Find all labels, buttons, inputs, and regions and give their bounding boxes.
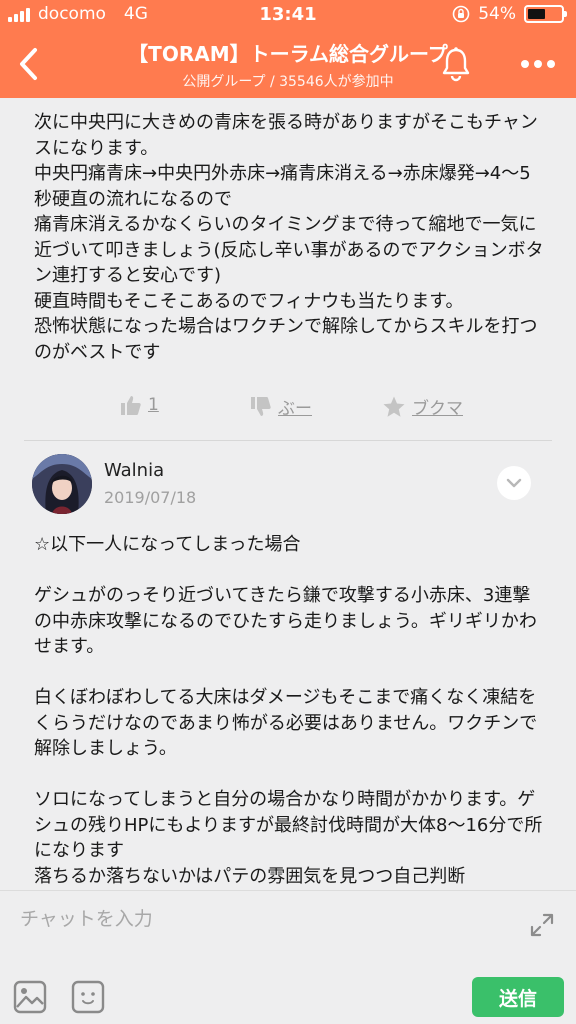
like-count: 1 <box>148 395 159 415</box>
comment-date: 2019/07/18 <box>104 488 197 507</box>
chat-input[interactable] <box>20 903 500 935</box>
bookmark-button[interactable]: ブクマ <box>382 394 463 419</box>
bookmark-label: ブクマ <box>412 399 463 419</box>
sticker-icon <box>71 980 105 1014</box>
status-right: 54% <box>452 4 567 24</box>
expand-input-button[interactable] <box>528 911 556 939</box>
comment-menu-button[interactable] <box>497 466 531 500</box>
avatar-image <box>32 454 92 514</box>
send-button[interactable]: 送信 <box>472 977 564 1017</box>
boo-label: ぶー <box>278 399 312 419</box>
more-horizontal-icon <box>521 60 555 68</box>
image-icon <box>13 980 47 1014</box>
chat-input-bar: 送信 <box>0 890 576 1024</box>
bell-icon <box>442 47 470 82</box>
star-icon <box>383 396 405 417</box>
battery-icon <box>524 5 567 23</box>
thumbs-down-icon <box>251 396 271 416</box>
divider <box>24 440 552 441</box>
post-body: 次に中央円に大きめの青床を張る時がありますがそこもチャンスになります。 中央円痛… <box>34 112 544 363</box>
sticker-button[interactable] <box>70 979 106 1015</box>
battery-percent: 54% <box>478 4 516 24</box>
expand-icon <box>530 913 554 937</box>
back-button[interactable] <box>8 40 48 88</box>
like-button[interactable]: 1 <box>120 394 159 416</box>
post-scroll-area[interactable]: 次に中央円に大きめの青床を張る時がありますがそこもチャンスになります。 中央円痛… <box>0 98 576 890</box>
notification-button[interactable] <box>436 44 476 84</box>
battery-fill <box>528 9 546 19</box>
chevron-down-icon <box>506 478 522 488</box>
comment-body: ☆以下一人になってしまった場合 ゲシュがのっそり近づいてきたら鎌で攻撃する小赤床… <box>34 534 543 887</box>
orientation-lock-icon <box>452 5 470 23</box>
status-bar: docomo 4G 13:41 54% <box>0 0 576 30</box>
attach-image-button[interactable] <box>12 979 48 1015</box>
comment-author[interactable]: Walnia <box>104 460 164 481</box>
post-actions: 1 ぶー ブクマ <box>0 394 576 430</box>
comment-header: Walnia 2019/07/18 <box>0 454 576 514</box>
boo-button[interactable]: ぶー <box>250 394 312 419</box>
avatar[interactable] <box>32 454 92 514</box>
app-header: docomo 4G 13:41 54% 【TORAM】トーラム総合グループ 公開… <box>0 0 576 98</box>
more-options-button[interactable] <box>516 44 560 84</box>
thumbs-up-icon <box>121 396 141 415</box>
chevron-left-icon <box>20 48 37 80</box>
